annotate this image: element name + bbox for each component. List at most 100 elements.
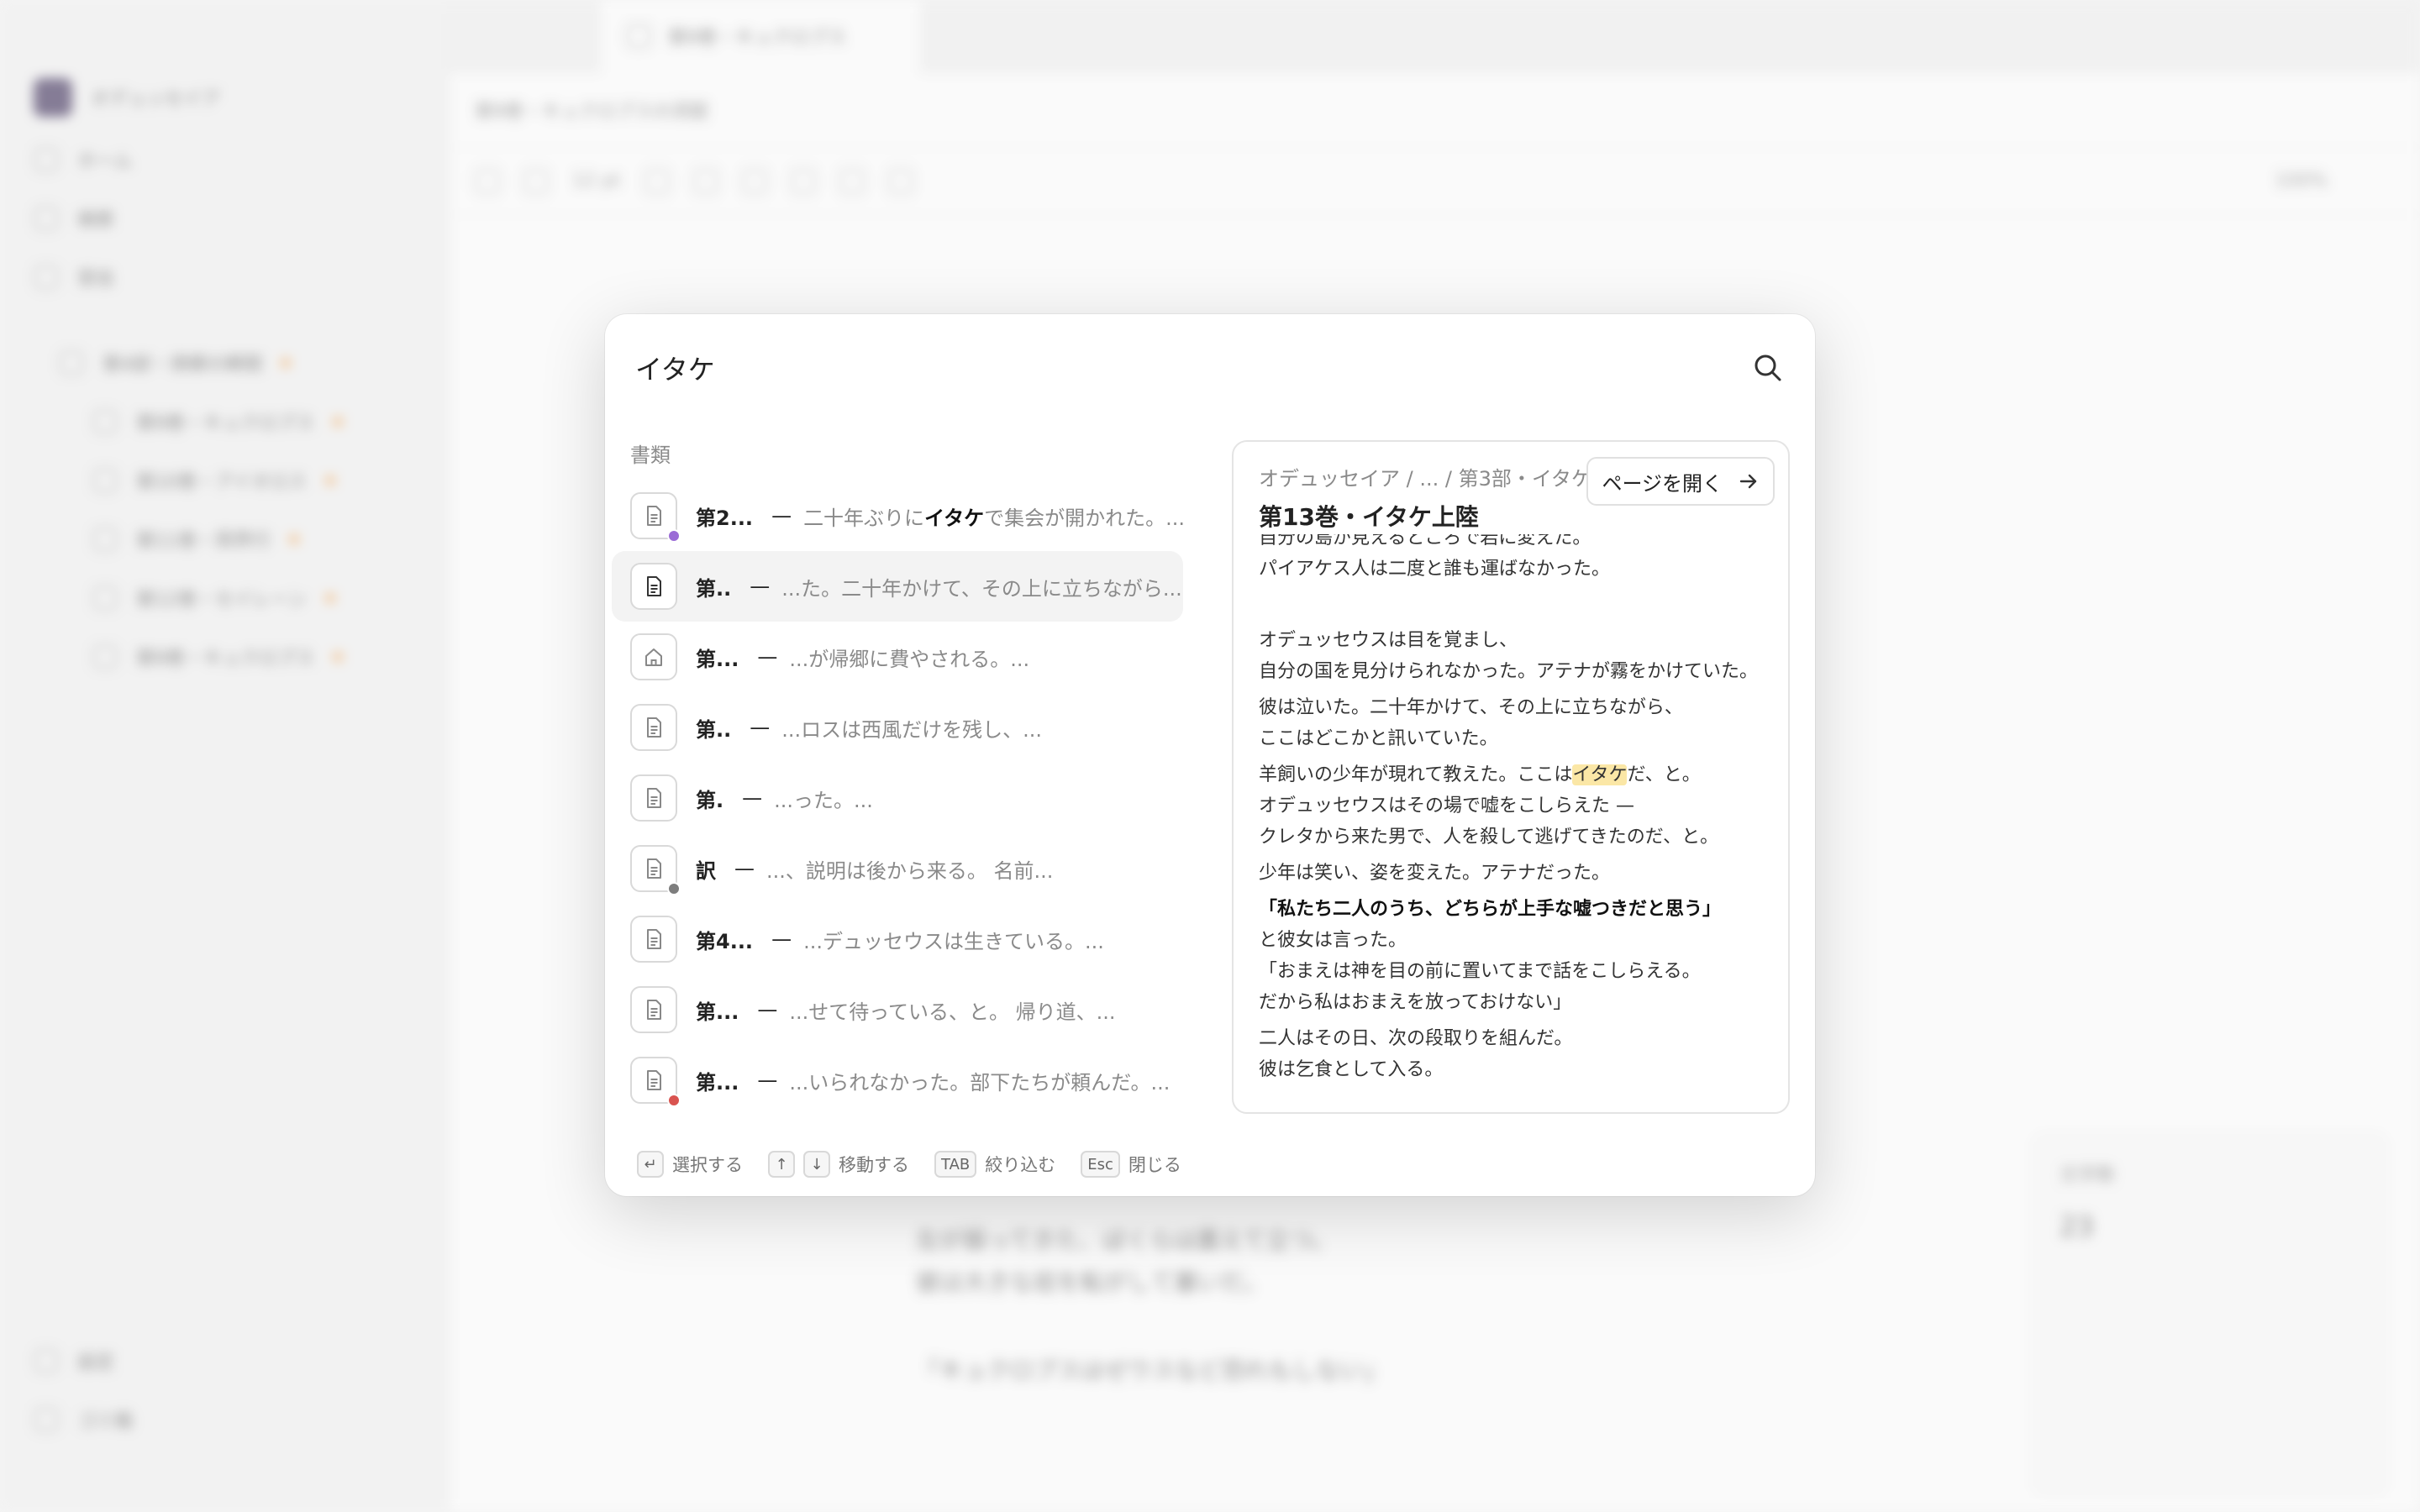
document-icon xyxy=(92,409,118,434)
document-icon xyxy=(630,986,677,1033)
italic-icon[interactable] xyxy=(692,168,718,194)
strikethrough-icon[interactable] xyxy=(790,168,816,194)
redo-icon[interactable] xyxy=(523,168,549,194)
key-cap: TAB xyxy=(934,1151,977,1178)
document-text: 左が振ってきた、ぼくらは震えて立つ。 xyxy=(916,1226,1336,1254)
result-item[interactable]: 第... — ...が帰郷に費やされる。... xyxy=(612,622,1183,692)
sidebar-item-search[interactable]: 検索 xyxy=(34,202,114,235)
separator: — xyxy=(750,575,771,598)
tab-document[interactable]: 第9巻・キュクロプス xyxy=(601,0,920,72)
key-cap: ↓ xyxy=(803,1151,830,1178)
sidebar-item-inbox[interactable]: 受信 xyxy=(34,260,114,294)
result-title: 第.. xyxy=(696,576,732,601)
open-page-button[interactable]: ページを開く xyxy=(1586,457,1775,506)
underline-icon[interactable] xyxy=(741,168,767,194)
result-title: 第. xyxy=(696,788,724,812)
workspace-name: オデュッセイア xyxy=(91,89,221,110)
list-icon[interactable] xyxy=(887,168,913,194)
result-title: 第... xyxy=(696,1070,739,1095)
gear-icon xyxy=(34,1348,59,1373)
separator: — xyxy=(771,504,792,528)
preview-pane: 自分の島が見えるところで岩に変えた。 パイアケス人は二度と誰も運ばなかった。オデュ… xyxy=(1232,440,1790,1114)
tab-bar: 第9巻・キュクロプス xyxy=(450,0,2420,72)
stats-count: 23 xyxy=(2060,1210,2094,1242)
result-item[interactable]: 第... — ...せて待っている、と。 帰り道、... xyxy=(612,974,1183,1045)
inbox-icon xyxy=(34,265,59,290)
preview-line: と彼女は言った。 xyxy=(1259,930,1407,951)
result-item[interactable]: 第.. — ...ロスは西風だけを残し、... xyxy=(612,692,1183,763)
zoom-level[interactable]: 100% xyxy=(2275,171,2328,192)
tree-item[interactable]: 第11巻・冥界行 xyxy=(92,522,299,556)
breadcrumb[interactable]: 第9巻・キュクロプスの洞窟 xyxy=(475,97,708,123)
key-cap: Esc xyxy=(1081,1151,1120,1178)
workspace-logo xyxy=(34,78,72,117)
results-section-label: 書類 xyxy=(630,444,671,467)
hint-label: 選択する xyxy=(672,1155,743,1175)
status-badge xyxy=(667,882,681,895)
open-page-label: ページを開く xyxy=(1602,471,1723,496)
separator: — xyxy=(757,998,778,1021)
search-input[interactable] xyxy=(635,343,1677,393)
result-snippet: ...ロスは西風だけを残し、... xyxy=(781,717,1043,742)
tree-item-label: 第11巻・冥界行 xyxy=(136,531,271,552)
document-icon xyxy=(630,916,677,963)
sidebar-item-label: ゴミ箱 xyxy=(77,1411,134,1432)
result-snippet: 二十年ぶりにイタケで集会が開かれた。... xyxy=(803,506,1183,530)
preview-line: 少年は笑い、姿を変えた。アテナだった。 xyxy=(1259,863,1611,884)
result-snippet: ...、説明は後から来る。 名前... xyxy=(766,858,1054,883)
result-item[interactable]: 第... — ...いられなかった。部下たちが頼んだ。... xyxy=(612,1045,1183,1116)
sidebar-item-label: ホーム xyxy=(77,151,133,172)
result-item[interactable]: 第...—...と、その船に決まった。... xyxy=(612,1116,1183,1123)
preview-paragraph: 羊飼いの少年が現れて教えた。ここはイタケだ、と。 オデュッセウスはその場で嘘をこし… xyxy=(1259,759,1771,853)
tree-item[interactable]: 第4部・帰郷の瞬間 xyxy=(59,346,291,380)
preview-line: オデュッセウスはその場で嘘をこしらえた — xyxy=(1259,795,1634,816)
document-icon xyxy=(92,527,118,552)
result-title: 訳 xyxy=(696,858,716,883)
result-snippet: ...た。二十年かけて、その上に立ちながら... xyxy=(781,576,1182,601)
preview-line: 自分の国を見分けられなかった。アテナが霧をかけていた。 xyxy=(1259,661,1759,682)
document-icon xyxy=(630,845,681,895)
status-badge xyxy=(667,1094,681,1107)
preview-paragraph: 自分の島が見えるところで岩に変えた。 パイアケス人は二度と誰も運ばなかった。 xyxy=(1259,534,1771,585)
tree-item-label: 第9巻・キュクロプス xyxy=(136,413,314,434)
document-icon xyxy=(630,774,677,822)
tree-item[interactable]: 第12巻・セイレーン xyxy=(92,581,335,615)
document-text: 「キュクロプスはゼウスなど恐れもしない」 xyxy=(916,1357,1387,1384)
undo-icon[interactable] xyxy=(475,168,500,194)
preview-line: 自分の島が見えるところで岩に変えた。 xyxy=(1259,534,1591,549)
tree-item-label: 第4部・帰郷の瞬間 xyxy=(103,354,262,375)
search-icon[interactable] xyxy=(1751,351,1785,385)
sidebar-item-settings[interactable]: 設定 xyxy=(34,1344,114,1378)
keyboard-hint: TAB 絞り込む xyxy=(934,1151,1055,1178)
sidebar-item-trash[interactable]: ゴミ箱 xyxy=(34,1403,133,1436)
sidebar-item-label: 受信 xyxy=(77,269,115,290)
separator: — xyxy=(757,645,778,669)
sidebar-item-label: 検索 xyxy=(77,210,115,231)
result-snippet: ...った。... xyxy=(774,788,873,812)
result-item[interactable]: 第4... — ...デュッセウスは生きている。... xyxy=(612,904,1183,974)
result-item[interactable]: 訳 — ...、説明は後から来る。 名前... xyxy=(612,833,1183,904)
font-size-select[interactable]: 12 pt xyxy=(572,171,621,192)
tree-item-active[interactable]: 第9巻・キュクロプス xyxy=(92,640,343,674)
home-icon xyxy=(34,147,59,172)
document-text: 彼は大きな岩を転がして塞いだ。 xyxy=(916,1268,1268,1296)
preview-title: 第13巻・イタケ上陸 xyxy=(1259,503,1479,531)
document-icon xyxy=(92,468,118,493)
document-icon xyxy=(92,585,118,611)
tree-item[interactable]: 第9巻・キュクロプス xyxy=(92,405,343,438)
document-icon xyxy=(630,563,677,610)
result-item[interactable]: 第. — ...った。... xyxy=(612,763,1183,833)
status-badge xyxy=(667,529,681,543)
preview-line: 彼は乞食として入る。 xyxy=(1259,1059,1444,1080)
tab-label: 第9巻・キュクロプス xyxy=(668,27,846,49)
result-item[interactable]: 第2... — 二十年ぶりにイタケで集会が開かれた。... xyxy=(612,480,1183,551)
workspace-switcher[interactable]: オデュッセイア xyxy=(34,78,221,117)
link-icon[interactable] xyxy=(839,168,865,194)
preview-line: 羊飼いの少年が現れて教えた。ここはイタケだ、と。 xyxy=(1259,764,1701,785)
preview-paragraph: 彼は泣いた。二十年かけて、その上に立ちながら、 ここはどこかと訊いていた。 xyxy=(1259,692,1771,754)
document-icon xyxy=(630,1057,681,1107)
result-item[interactable]: 第.. — ...た。二十年かけて、その上に立ちながら... xyxy=(612,551,1183,622)
tree-item[interactable]: 第10巻・アイオロス xyxy=(92,464,335,497)
bold-icon[interactable] xyxy=(644,168,670,194)
sidebar-item-home[interactable]: ホーム xyxy=(34,143,132,176)
